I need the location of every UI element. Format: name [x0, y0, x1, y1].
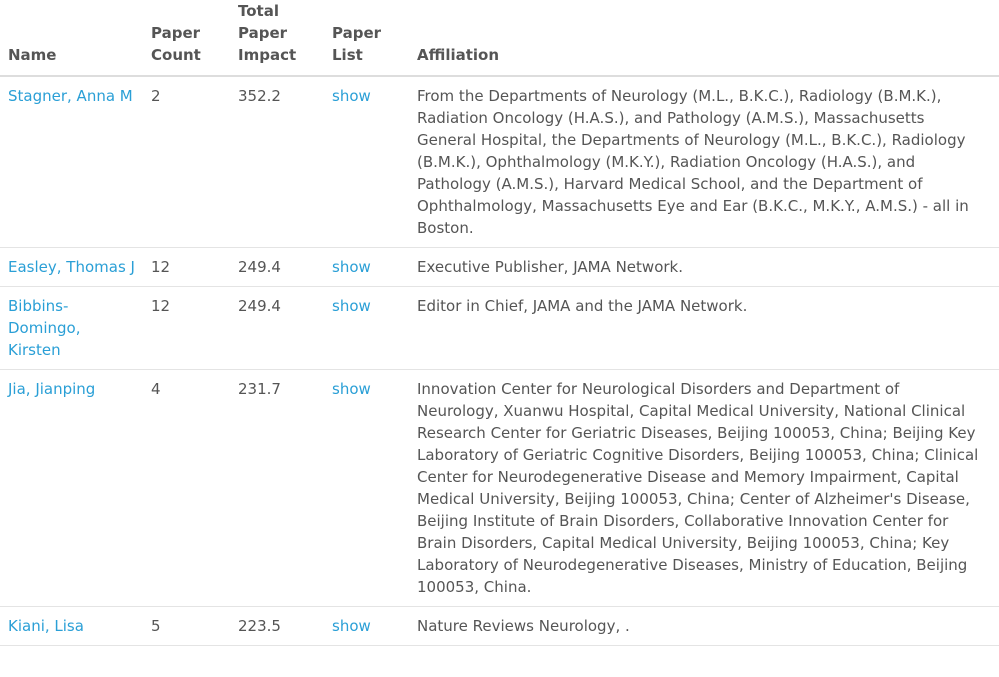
col-header-paper-count[interactable]: Paper Count	[143, 0, 230, 77]
cell-paper-count: 2	[143, 76, 230, 248]
cell-paper-list: show	[324, 76, 409, 248]
col-header-total-paper-impact[interactable]: Total Paper Impact	[230, 0, 324, 77]
cell-paper-list: show	[324, 286, 409, 370]
cell-paper-list: show	[324, 247, 409, 287]
cell-name: Bibbins-Domingo, Kirsten	[0, 286, 143, 370]
table-row: Easley, Thomas J 12 249.4 show Executive…	[0, 247, 999, 287]
author-name-link[interactable]: Bibbins-Domingo, Kirsten	[8, 297, 80, 359]
table-header: Name Paper Count Total Paper Impact Pape…	[0, 0, 999, 77]
authors-table: Name Paper Count Total Paper Impact Pape…	[0, 0, 999, 646]
table-body: Stagner, Anna M 2 352.2 show From the De…	[0, 76, 999, 646]
cell-affiliation: Innovation Center for Neurological Disor…	[409, 369, 999, 607]
cell-impact: 223.5	[230, 606, 324, 646]
cell-affiliation: Nature Reviews Neurology, .	[409, 606, 999, 646]
col-header-name[interactable]: Name	[0, 0, 143, 77]
cell-name: Kiani, Lisa	[0, 606, 143, 646]
cell-paper-count: 12	[143, 286, 230, 370]
cell-affiliation: Editor in Chief, JAMA and the JAMA Netwo…	[409, 286, 999, 370]
cell-paper-count: 4	[143, 369, 230, 607]
table-row: Kiani, Lisa 5 223.5 show Nature Reviews …	[0, 606, 999, 646]
cell-name: Stagner, Anna M	[0, 76, 143, 248]
show-papers-link[interactable]: show	[332, 297, 371, 315]
table-row: Stagner, Anna M 2 352.2 show From the De…	[0, 76, 999, 248]
cell-impact: 231.7	[230, 369, 324, 607]
show-papers-link[interactable]: show	[332, 617, 371, 635]
cell-affiliation: From the Departments of Neurology (M.L.,…	[409, 76, 999, 248]
cell-impact: 249.4	[230, 247, 324, 287]
table-row: Jia, Jianping 4 231.7 show Innovation Ce…	[0, 369, 999, 607]
cell-impact: 352.2	[230, 76, 324, 248]
author-name-link[interactable]: Kiani, Lisa	[8, 617, 84, 635]
col-header-affiliation: Affiliation	[409, 0, 999, 77]
show-papers-link[interactable]: show	[332, 258, 371, 276]
cell-paper-list: show	[324, 369, 409, 607]
header-row: Name Paper Count Total Paper Impact Pape…	[0, 0, 999, 77]
table-row: Bibbins-Domingo, Kirsten 12 249.4 show E…	[0, 286, 999, 370]
cell-name: Jia, Jianping	[0, 369, 143, 607]
author-name-link[interactable]: Stagner, Anna M	[8, 87, 133, 105]
cell-paper-list: show	[324, 606, 409, 646]
show-papers-link[interactable]: show	[332, 87, 371, 105]
col-header-paper-list: Paper List	[324, 0, 409, 77]
cell-paper-count: 5	[143, 606, 230, 646]
cell-impact: 249.4	[230, 286, 324, 370]
author-name-link[interactable]: Jia, Jianping	[8, 380, 95, 398]
show-papers-link[interactable]: show	[332, 380, 371, 398]
author-name-link[interactable]: Easley, Thomas J	[8, 258, 135, 276]
cell-affiliation: Executive Publisher, JAMA Network.	[409, 247, 999, 287]
cell-paper-count: 12	[143, 247, 230, 287]
cell-name: Easley, Thomas J	[0, 247, 143, 287]
